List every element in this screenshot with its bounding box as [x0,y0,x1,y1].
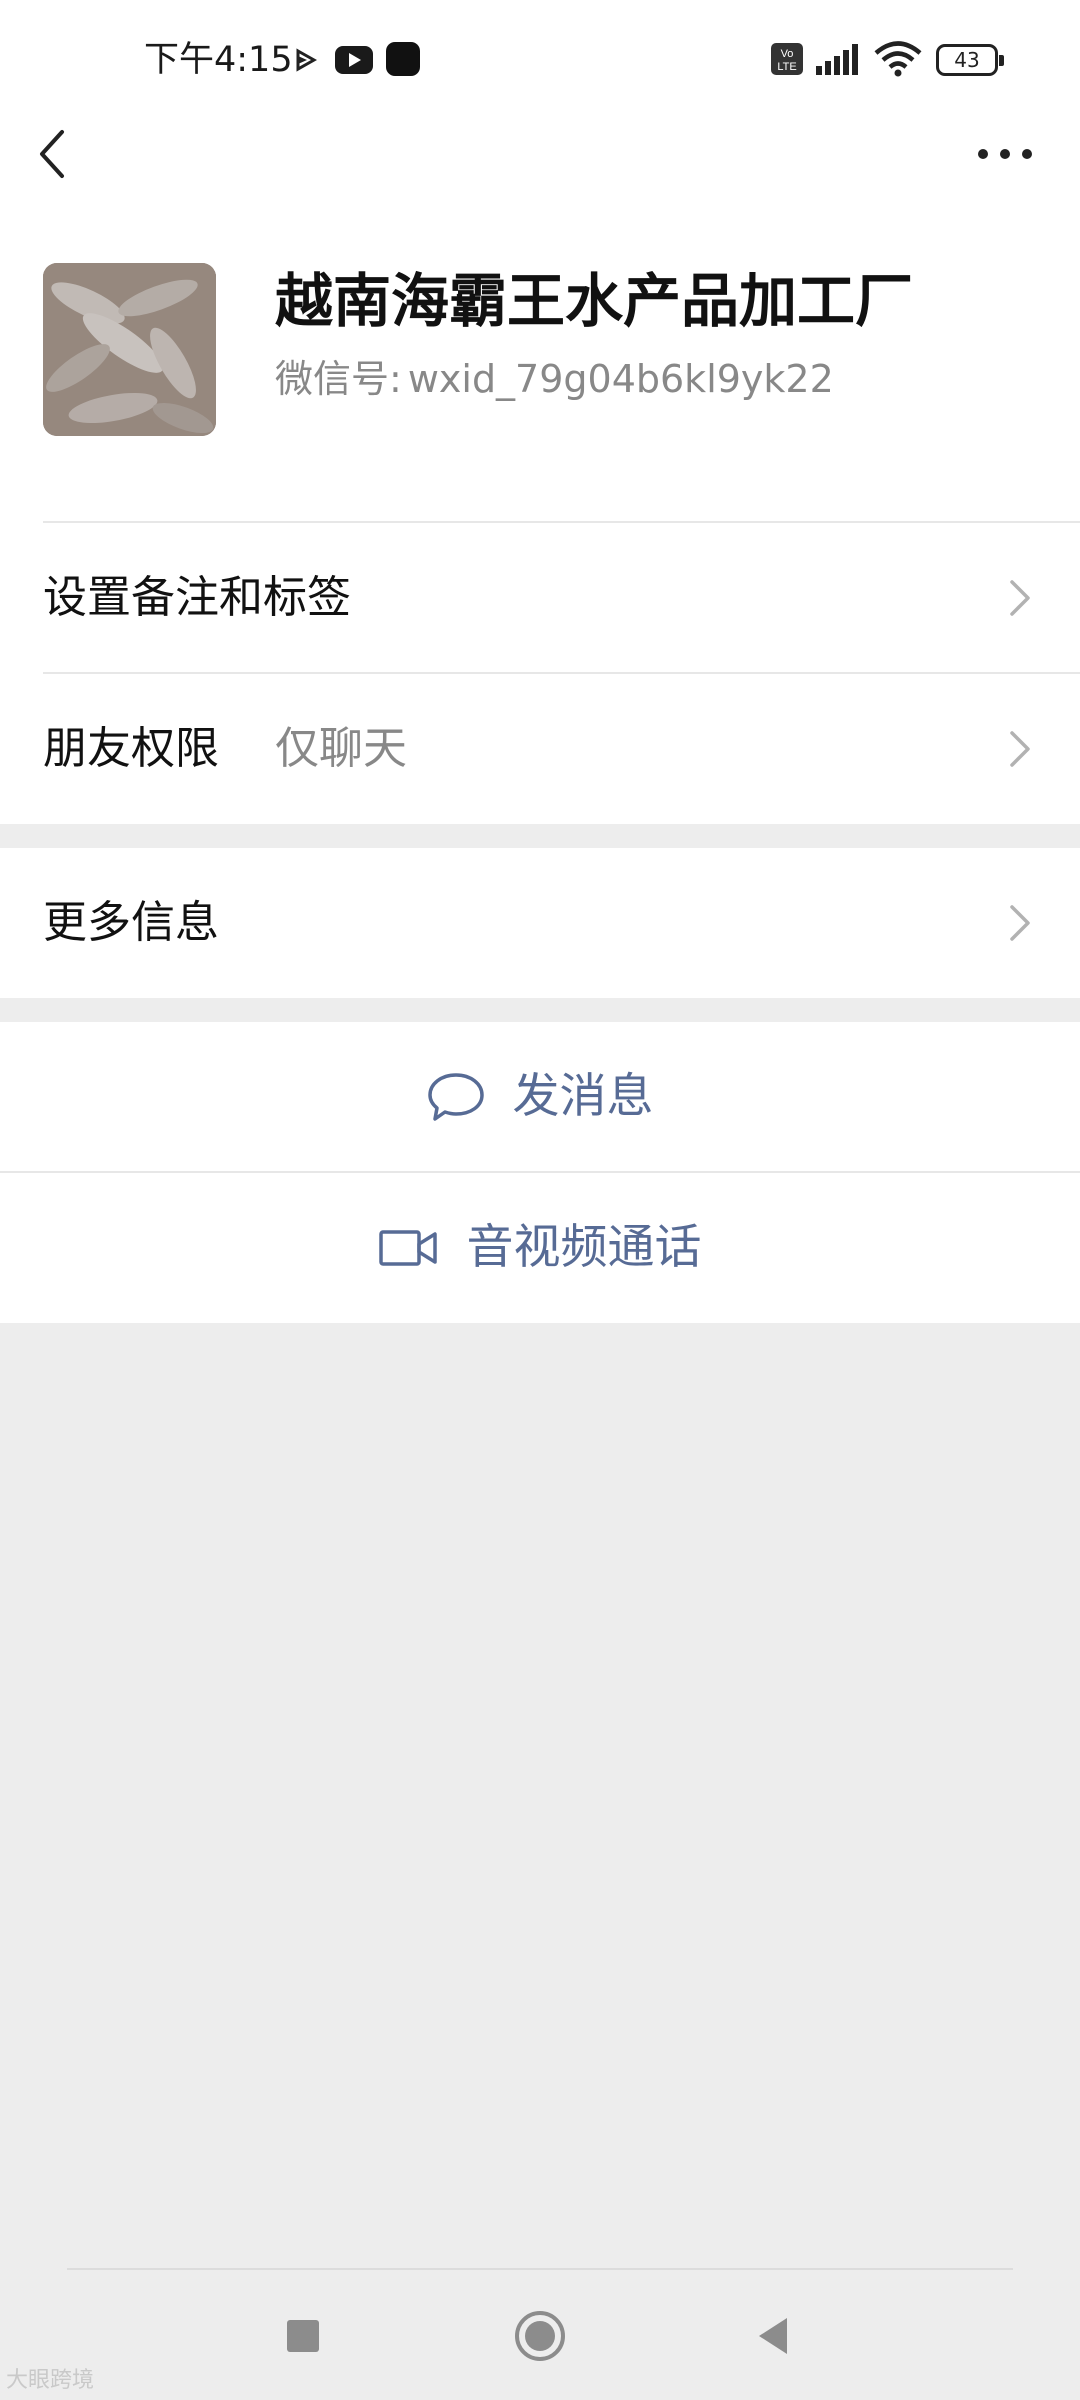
friend-permission-value: 仅聊天 [275,723,407,774]
chevron-right-icon [1010,731,1030,767]
volte-icon: Vo LTE [771,43,803,75]
section-gap [0,998,1080,1022]
svg-text:LTE: LTE [777,61,796,73]
chevron-right-icon [1010,580,1030,616]
contact-name: 越南海霸王水产品加工厂 [275,267,914,335]
signal-icon [816,44,858,75]
more-info-label: 更多信息 [43,897,219,948]
wechat-id-prefix: 微信号: [275,357,402,401]
status-time: 下午4:15 [144,40,293,80]
back-triangle-icon[interactable] [755,2316,791,2356]
send-message-button[interactable]: 发消息 [0,1022,1080,1172]
avatar[interactable] [43,263,216,436]
svg-text:Vo: Vo [781,48,794,60]
more-info-row[interactable]: 更多信息 [0,848,1080,998]
friend-permission-row[interactable]: 朋友权限 仅聊天 [0,674,1080,824]
more-dots-icon[interactable] [975,134,1035,174]
video-call-button[interactable]: 音视频通话 [0,1173,1080,1323]
play-arrow-icon [296,48,317,72]
nav-divider [67,2268,1013,2270]
app-icon [386,42,420,76]
video-call-label: 音视频通话 [466,1220,702,1275]
status-bar: 下午4:15 Vo LTE 43 [0,0,1080,120]
watermark: 大眼跨境 [6,2368,95,2393]
wifi-icon [874,41,922,77]
chevron-right-icon [1010,905,1030,941]
home-circle-icon[interactable] [514,2310,566,2362]
youtube-icon [335,46,373,74]
recent-apps-square-icon[interactable] [285,2318,321,2354]
battery-icon: 43 [936,44,1004,76]
remark-tags-label: 设置备注和标签 [43,572,351,623]
chat-bubble-icon [427,1073,484,1121]
video-camera-icon [378,1230,437,1266]
back-chevron-icon[interactable] [30,124,78,184]
remark-tags-row[interactable]: 设置备注和标签 [0,523,1080,673]
wechat-id: 微信号: wxid_79g04b6kl9yk22 [275,352,834,406]
friend-permission-label: 朋友权限 [43,723,219,774]
wechat-id-value: wxid_79g04b6kl9yk22 [407,357,834,401]
send-message-label: 发消息 [512,1069,654,1124]
section-gap [0,824,1080,848]
fish-photo [43,263,216,436]
